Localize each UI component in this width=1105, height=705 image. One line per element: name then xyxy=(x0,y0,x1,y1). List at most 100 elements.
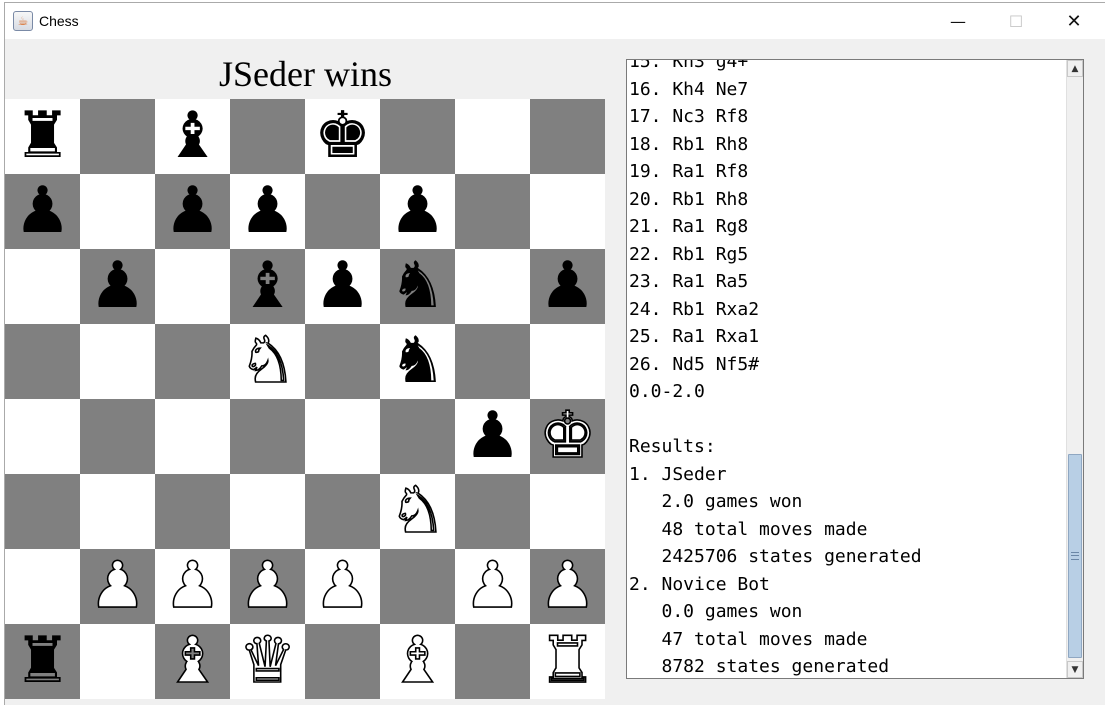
square-a7[interactable]: ♟ xyxy=(5,174,80,249)
white-knight-icon[interactable]: ♞ xyxy=(388,473,447,549)
black-knight-icon[interactable]: ♞ xyxy=(389,324,446,399)
chess-board[interactable]: ♜ ♝ ♚ ♟ ♟ ♟ ♟ ♟ ♝ ♟ ♞ ♟ ♞ ♞ ♟ ♚ ♞ ♟ ♟ ♟ ♟ ♟ ♟ ♜ ♝ ♛ ♝ ♜ xyxy=(5,99,605,699)
square-b2[interactable]: ♟ xyxy=(80,548,155,624)
minimize-button[interactable]: — xyxy=(929,3,987,39)
black-pawn-icon[interactable]: ♟ xyxy=(314,249,371,324)
square-c6[interactable] xyxy=(155,249,230,324)
square-b7[interactable] xyxy=(80,174,155,249)
square-c7[interactable]: ♟ xyxy=(155,174,230,249)
vertical-scrollbar[interactable]: ▲ ▼ xyxy=(1066,60,1083,678)
square-e1[interactable] xyxy=(305,624,380,699)
square-f5[interactable]: ♞ xyxy=(380,324,455,399)
maximize-button[interactable]: ☐ xyxy=(987,3,1045,39)
square-a8[interactable]: ♜ xyxy=(5,99,80,174)
square-a4[interactable] xyxy=(5,399,80,474)
square-b3[interactable] xyxy=(80,474,155,549)
square-f3[interactable]: ♞ xyxy=(380,473,455,549)
black-pawn-icon[interactable]: ♟ xyxy=(89,249,146,324)
square-b5[interactable] xyxy=(80,324,155,399)
black-pawn-icon[interactable]: ♟ xyxy=(14,174,71,249)
square-d1[interactable]: ♛ xyxy=(230,623,305,699)
square-g5[interactable] xyxy=(455,324,530,399)
black-bishop-icon[interactable]: ♝ xyxy=(164,99,221,174)
scroll-up-arrow-icon[interactable]: ▲ xyxy=(1067,60,1083,77)
move-log-panel[interactable]: 15. Kh3 g4+ 16. Kh4 Ne7 17. Nc3 Rf8 18. Rb1… xyxy=(626,59,1084,679)
black-pawn-icon[interactable]: ♟ xyxy=(464,399,521,474)
black-rook-icon[interactable]: ♜ xyxy=(14,624,71,699)
square-f1[interactable]: ♝ xyxy=(380,623,455,699)
square-h5[interactable] xyxy=(530,324,605,399)
square-a3[interactable] xyxy=(5,474,80,549)
black-pawn-icon[interactable]: ♟ xyxy=(164,174,221,249)
black-pawn-icon[interactable]: ♟ xyxy=(539,249,596,324)
square-h1[interactable]: ♜ xyxy=(530,623,605,699)
black-bishop-icon[interactable]: ♝ xyxy=(239,249,296,324)
square-c1[interactable]: ♝ xyxy=(155,623,230,699)
black-pawn-icon[interactable]: ♟ xyxy=(389,174,446,249)
black-king-icon[interactable]: ♚ xyxy=(314,99,371,174)
square-d7[interactable]: ♟ xyxy=(230,174,305,249)
square-c2[interactable]: ♟ xyxy=(155,548,230,624)
square-g2[interactable]: ♟ xyxy=(455,548,530,624)
title-bar[interactable]: ☕ Chess — ☐ ✕ xyxy=(5,3,1105,39)
square-c5[interactable] xyxy=(155,324,230,399)
square-a5[interactable] xyxy=(5,324,80,399)
square-f7[interactable]: ♟ xyxy=(380,174,455,249)
square-a2[interactable] xyxy=(5,549,80,624)
square-b8[interactable] xyxy=(80,99,155,174)
square-b1[interactable] xyxy=(80,624,155,699)
square-d2[interactable]: ♟ xyxy=(230,548,305,624)
white-rook-icon[interactable]: ♜ xyxy=(538,623,597,699)
square-e5[interactable] xyxy=(305,324,380,399)
square-d6[interactable]: ♝ xyxy=(230,249,305,324)
black-rook-icon[interactable]: ♜ xyxy=(14,99,71,174)
white-queen-icon[interactable]: ♛ xyxy=(238,623,297,699)
square-f2[interactable] xyxy=(380,549,455,624)
square-g1[interactable] xyxy=(455,624,530,699)
square-f6[interactable]: ♞ xyxy=(380,249,455,324)
square-e2[interactable]: ♟ xyxy=(305,548,380,624)
square-c3[interactable] xyxy=(155,474,230,549)
close-button[interactable]: ✕ xyxy=(1045,3,1103,39)
white-pawn-icon[interactable]: ♟ xyxy=(163,548,222,624)
square-h7[interactable] xyxy=(530,174,605,249)
white-pawn-icon[interactable]: ♟ xyxy=(88,548,147,624)
square-b4[interactable] xyxy=(80,399,155,474)
black-knight-icon[interactable]: ♞ xyxy=(389,249,446,324)
white-pawn-icon[interactable]: ♟ xyxy=(313,548,372,624)
square-c4[interactable] xyxy=(155,399,230,474)
square-g6[interactable] xyxy=(455,249,530,324)
square-d5[interactable]: ♞ xyxy=(230,323,305,399)
square-e3[interactable] xyxy=(305,474,380,549)
white-pawn-icon[interactable]: ♟ xyxy=(463,548,522,624)
white-pawn-icon[interactable]: ♟ xyxy=(238,548,297,624)
white-bishop-icon[interactable]: ♝ xyxy=(163,623,222,699)
square-g8[interactable] xyxy=(455,99,530,174)
white-knight-icon[interactable]: ♞ xyxy=(238,323,297,399)
scroll-down-arrow-icon[interactable]: ▼ xyxy=(1067,661,1083,678)
square-e6[interactable]: ♟ xyxy=(305,249,380,324)
white-king-icon[interactable]: ♚ xyxy=(538,398,597,474)
white-bishop-icon[interactable]: ♝ xyxy=(388,623,447,699)
black-pawn-icon[interactable]: ♟ xyxy=(239,174,296,249)
square-d4[interactable] xyxy=(230,399,305,474)
square-b6[interactable]: ♟ xyxy=(80,249,155,324)
square-h4[interactable]: ♚ xyxy=(530,398,605,474)
square-d8[interactable] xyxy=(230,99,305,174)
square-d3[interactable] xyxy=(230,474,305,549)
white-pawn-icon[interactable]: ♟ xyxy=(538,548,597,624)
square-a6[interactable] xyxy=(5,249,80,324)
square-f4[interactable] xyxy=(380,399,455,474)
square-h8[interactable] xyxy=(530,99,605,174)
square-g7[interactable] xyxy=(455,174,530,249)
square-g3[interactable] xyxy=(455,474,530,549)
square-h3[interactable] xyxy=(530,474,605,549)
scroll-thumb[interactable] xyxy=(1068,454,1082,658)
square-h6[interactable]: ♟ xyxy=(530,249,605,324)
square-h2[interactable]: ♟ xyxy=(530,548,605,624)
square-c8[interactable]: ♝ xyxy=(155,99,230,174)
square-e7[interactable] xyxy=(305,174,380,249)
square-e8[interactable]: ♚ xyxy=(305,99,380,174)
square-f8[interactable] xyxy=(380,99,455,174)
square-a1[interactable]: ♜ xyxy=(5,624,80,699)
